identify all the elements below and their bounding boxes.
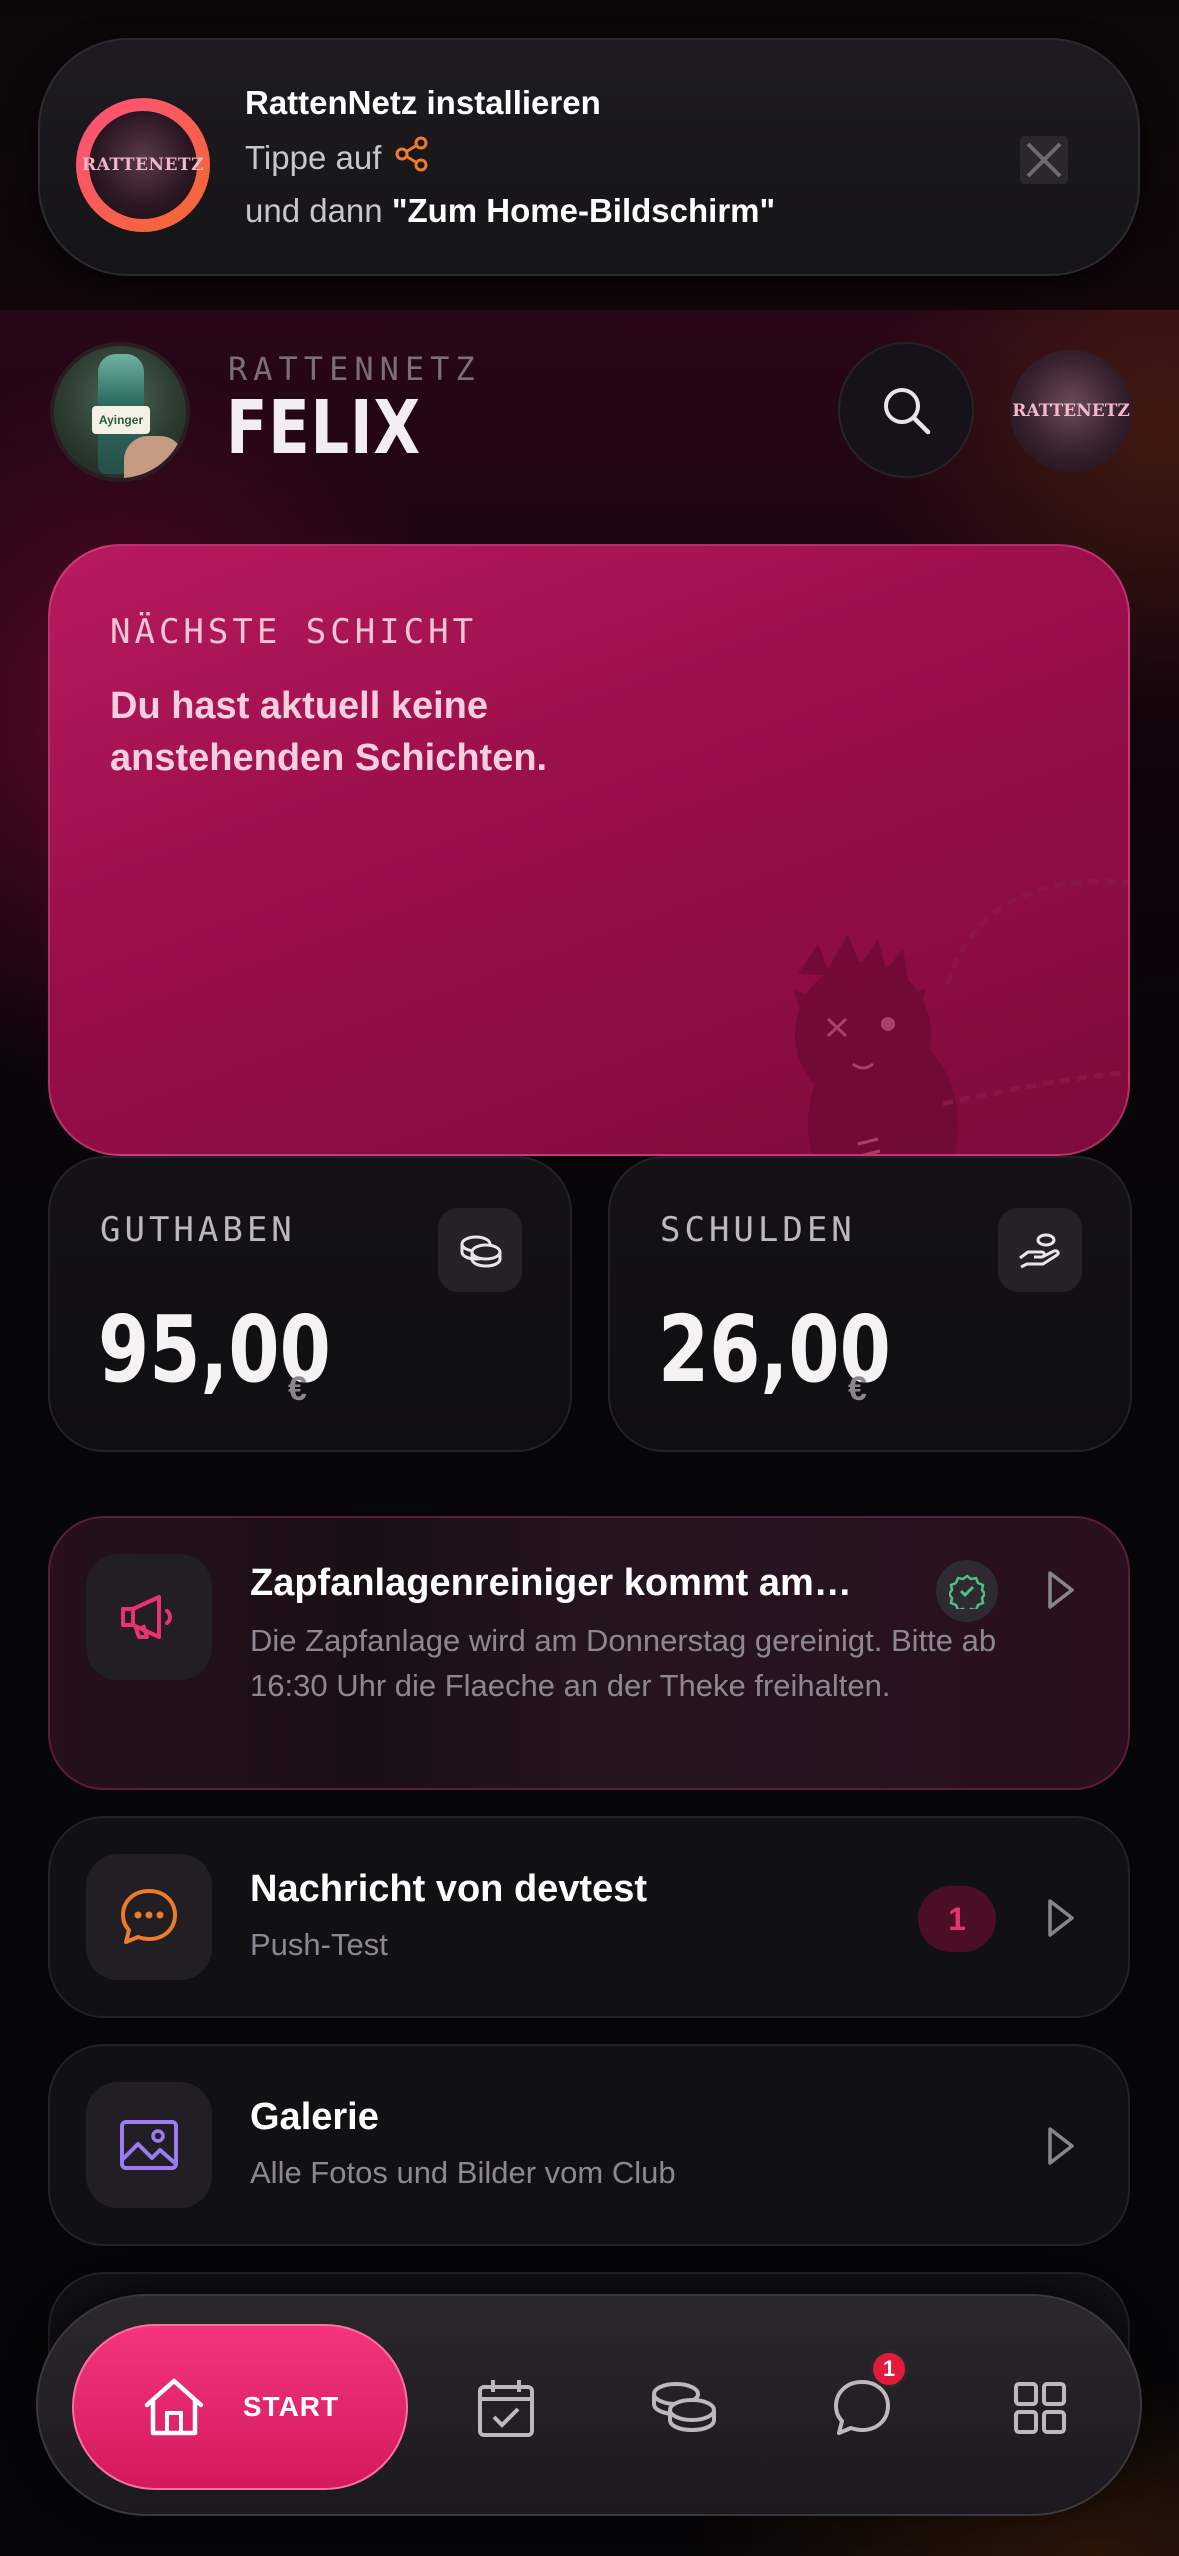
gallery-item[interactable]: Galerie Alle Fotos und Bilder vom Club — [48, 2044, 1130, 2246]
brand-name: RATTENNETZ — [228, 350, 481, 388]
banner-line2-target: "Zum Home-Bildschirm" — [391, 192, 776, 229]
news-title: Zapfanlagenreiniger kommt am… — [250, 1562, 852, 1604]
message-title: Nachricht von devtest — [250, 1868, 647, 1910]
coins-icon — [652, 2382, 716, 2433]
image-icon — [86, 2082, 212, 2208]
megaphone-icon — [86, 1554, 212, 1680]
close-icon — [1026, 142, 1062, 178]
credit-card[interactable]: GUTHABEN 95,00 € — [48, 1156, 572, 1452]
news-subtitle: Die Zapfanlage wird am Donnerstag gerein… — [250, 1623, 997, 1703]
debt-card[interactable]: SCHULDEN 26,00 € — [608, 1156, 1132, 1452]
hand-coin-icon — [998, 1208, 1082, 1292]
next-shift-label: NÄCHSTE SCHICHT — [110, 612, 478, 652]
search-icon — [884, 388, 931, 435]
gallery-subtitle: Alle Fotos und Bilder vom Club — [250, 2155, 676, 2190]
banner-instruction-1: Tippe auf — [245, 136, 429, 180]
app-logo: RATTENETZ — [76, 98, 210, 232]
unread-count-badge: 1 — [918, 1886, 996, 1952]
avatar-bottle-label: Ayinger — [92, 406, 150, 434]
message-item[interactable]: Nachricht von devtest Push-Test 1 — [48, 1816, 1130, 2018]
debt-currency: € — [848, 1370, 867, 1408]
chevron-right-icon — [1048, 2127, 1074, 2165]
nav-home-label: START — [242, 2391, 340, 2422]
avatar[interactable]: Ayinger — [50, 342, 190, 482]
nav-home-button[interactable]: START — [72, 2324, 408, 2490]
next-shift-card[interactable]: NÄCHSTE SCHICHT Du hast aktuell keine an… — [48, 544, 1130, 1156]
avatar-hand — [124, 436, 184, 478]
club-logo[interactable]: RATTENETZ — [1010, 350, 1132, 472]
close-banner-button[interactable] — [1020, 136, 1068, 184]
banner-instruction-2: und dann "Zum Home-Bildschirm" — [245, 192, 775, 230]
nav-chat-button[interactable]: 1 — [812, 2350, 912, 2458]
banner-line1-text: Tippe auf — [245, 139, 382, 176]
install-banner: RATTENETZ RattenNetz installieren Tippe … — [38, 38, 1140, 276]
message-subtitle: Push-Test — [250, 1927, 388, 1962]
chevron-right-icon — [1048, 1899, 1074, 1937]
calendar-check-icon — [478, 2380, 534, 2437]
share-icon — [395, 136, 429, 180]
app-logo-text: RATTENETZ — [82, 111, 204, 219]
rat-mascot-icon — [793, 878, 1128, 1154]
nav-menu-button[interactable] — [990, 2358, 1090, 2458]
chat-badge: 1 — [870, 2350, 908, 2388]
credit-label: GUTHABEN — [100, 1210, 296, 1250]
search-button[interactable] — [838, 342, 974, 478]
chevron-right-icon — [1048, 1571, 1074, 1609]
nav-calendar-button[interactable] — [456, 2358, 556, 2458]
credit-currency: € — [288, 1370, 307, 1408]
gallery-title: Galerie — [250, 2096, 379, 2138]
bottom-nav: START 1 — [36, 2294, 1142, 2516]
chat-dots-icon — [86, 1854, 212, 1980]
debt-label: SCHULDEN — [660, 1210, 856, 1250]
banner-line2-prefix: und dann — [245, 192, 383, 229]
grid-icon — [1014, 2382, 1066, 2434]
verified-icon — [936, 1560, 998, 1622]
user-name: FELIX — [226, 385, 422, 471]
banner-title: RattenNetz installieren — [245, 84, 601, 121]
nav-coins-button[interactable] — [634, 2358, 734, 2458]
news-item[interactable]: Zapfanlagenreiniger kommt am… Die Zapfan… — [48, 1516, 1130, 1790]
coins-icon — [438, 1208, 522, 1292]
home-icon — [144, 2378, 204, 2436]
next-shift-text: Du hast aktuell keine anstehenden Schich… — [110, 685, 548, 779]
